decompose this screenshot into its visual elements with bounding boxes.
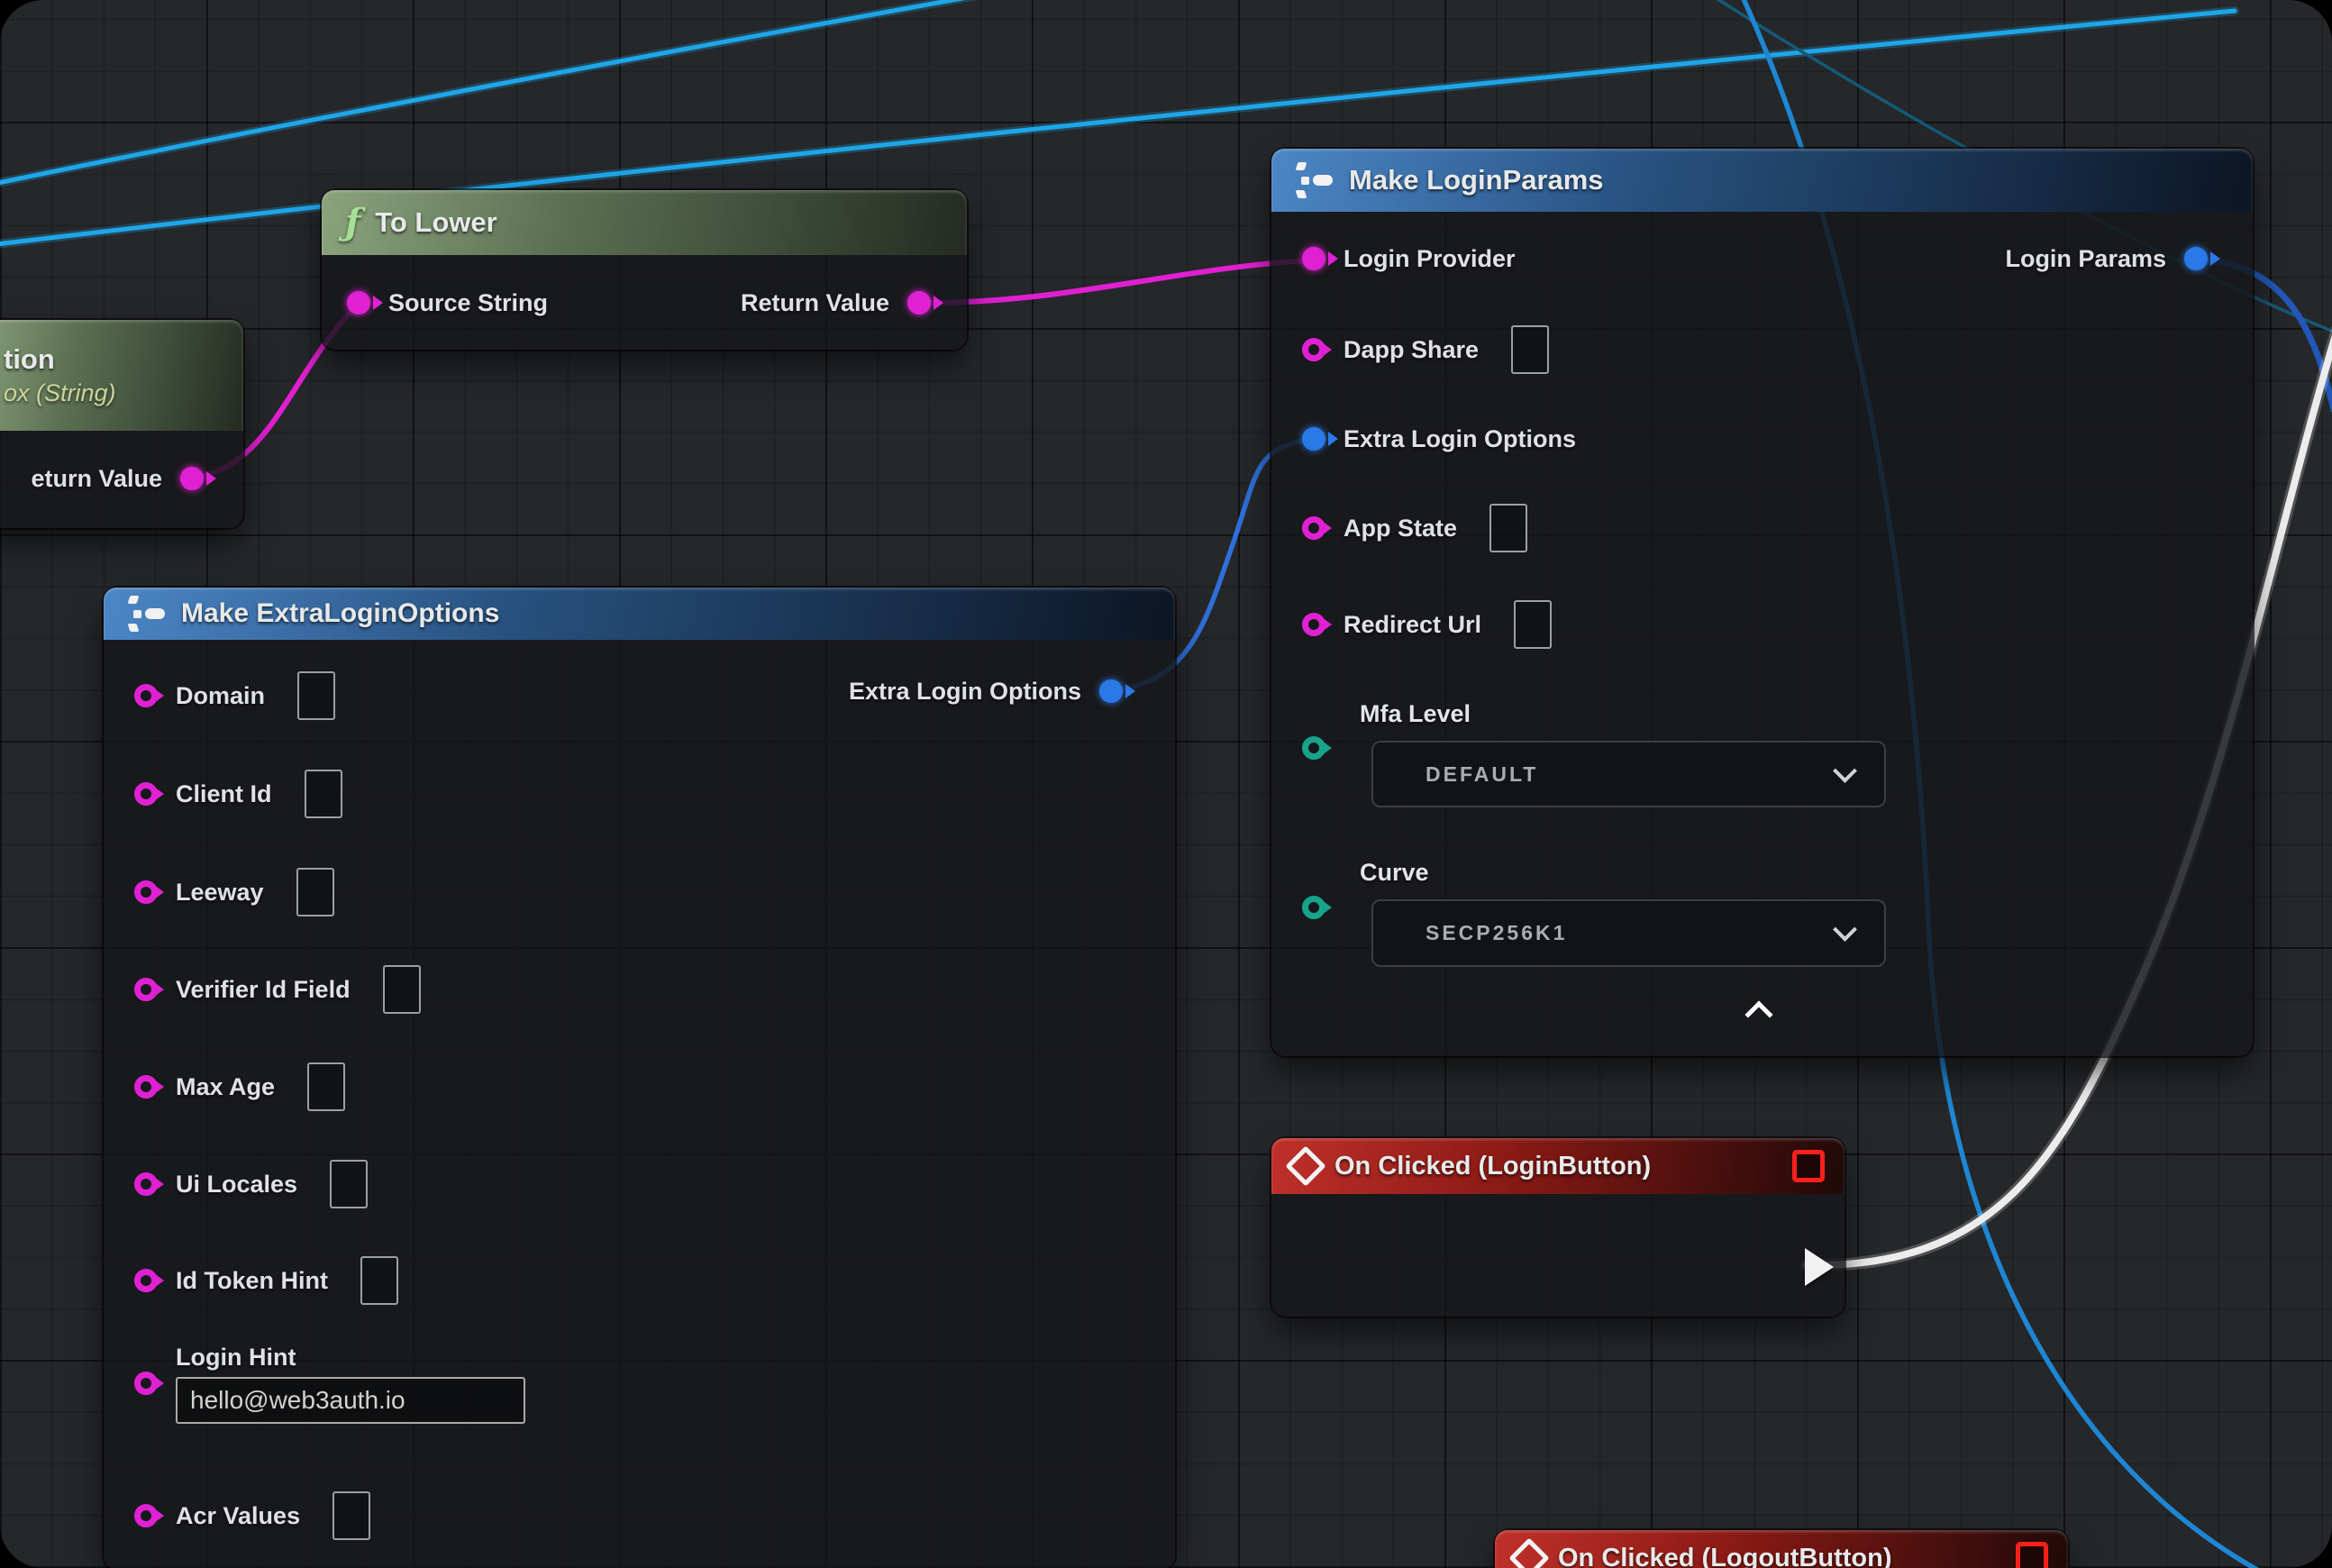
- app-state-label: App State: [1344, 515, 1457, 542]
- id-token-hint-pin[interactable]: [134, 1269, 158, 1292]
- return-value-pin[interactable]: [180, 467, 204, 490]
- source-string-pin[interactable]: [347, 291, 370, 315]
- ui-locales-pin[interactable]: [134, 1172, 158, 1196]
- max-age-label: Max Age: [176, 1073, 275, 1101]
- chevron-down-icon: [1833, 759, 1857, 783]
- ui-locales-label: Ui Locales: [176, 1171, 297, 1199]
- return-value-pin[interactable]: [907, 291, 931, 315]
- ui-locales-value-box[interactable]: [330, 1160, 368, 1208]
- extra-login-options-out-pin[interactable]: [1099, 679, 1123, 703]
- collapse-chevron-icon[interactable]: [1744, 1000, 1772, 1028]
- max-age-value-box[interactable]: [307, 1062, 345, 1111]
- return-value-label: Return Value: [741, 289, 889, 317]
- wire-cyan-1-core: [0, 0, 1023, 185]
- client-id-value-box[interactable]: [305, 770, 342, 818]
- leeway-label: Leeway: [176, 879, 264, 907]
- login-hint-input[interactable]: [176, 1377, 525, 1424]
- login-provider-pin[interactable]: [1302, 247, 1325, 270]
- node-on-clicked-login-button[interactable]: On Clicked (LoginButton): [1271, 1138, 1845, 1317]
- wire-cyan-1: [0, 0, 1023, 185]
- max-age-pin[interactable]: [134, 1075, 158, 1099]
- curve-pin[interactable]: [1302, 896, 1325, 919]
- node-title: Make ExtraLoginOptions: [181, 598, 499, 629]
- client-id-label: Client Id: [176, 780, 272, 808]
- verifier-id-field-pin[interactable]: [134, 978, 158, 1001]
- acr-values-label: Acr Values: [176, 1502, 300, 1530]
- domain-value-box[interactable]: [297, 671, 335, 720]
- node-title-fragment: tion: [4, 343, 55, 376]
- source-string-label: Source String: [388, 289, 548, 317]
- leeway-value-box[interactable]: [296, 868, 334, 916]
- login-hint-pin[interactable]: [134, 1372, 158, 1395]
- acr-values-pin[interactable]: [134, 1504, 158, 1527]
- node-title: To Lower: [375, 206, 496, 239]
- node-title: On Clicked (LogoutButton): [1558, 1544, 1892, 1568]
- mfa-level-pin[interactable]: [1302, 736, 1325, 760]
- client-id-pin[interactable]: [134, 782, 158, 806]
- wire-magenta-tolower-to-provider: [914, 260, 1308, 303]
- dapp-share-label: Dapp Share: [1344, 336, 1479, 364]
- blueprint-graph-canvas[interactable]: tion ox (String) eturn Value ƒ To Lower …: [0, 0, 2332, 1568]
- curve-label: Curve: [1360, 859, 1429, 887]
- node-title: On Clicked (LoginButton): [1335, 1152, 1651, 1181]
- bind-delegate-icon[interactable]: [1792, 1150, 1825, 1182]
- redirect-url-label: Redirect Url: [1344, 611, 1481, 639]
- curve-value: SECP256K1: [1426, 921, 1567, 945]
- node-on-clicked-logout-button[interactable]: On Clicked (LogoutButton): [1495, 1530, 2068, 1568]
- extra-login-options-in-pin[interactable]: [1302, 427, 1325, 451]
- extra-login-options-out-label: Extra Login Options: [849, 678, 1081, 706]
- app-state-pin[interactable]: [1302, 516, 1325, 540]
- bind-delegate-icon[interactable]: [2016, 1542, 2048, 1568]
- dapp-share-value-box[interactable]: [1511, 325, 1549, 374]
- redirect-url-pin[interactable]: [1302, 613, 1325, 636]
- domain-label: Domain: [176, 682, 265, 710]
- login-provider-label: Login Provider: [1344, 245, 1516, 273]
- leeway-pin[interactable]: [134, 880, 158, 904]
- curve-dropdown[interactable]: SECP256K1: [1371, 899, 1886, 967]
- mfa-level-label: Mfa Level: [1360, 700, 1471, 728]
- verifier-id-field-label: Verifier Id Field: [176, 976, 351, 1004]
- return-value-label: eturn Value: [31, 465, 162, 493]
- node-title: Make LoginParams: [1349, 164, 1604, 196]
- exec-output-pin[interactable]: [1805, 1248, 1834, 1286]
- node-to-lower[interactable]: ƒ To Lower Source String Return Value: [322, 190, 967, 350]
- verifier-id-field-value-box[interactable]: [383, 965, 421, 1014]
- event-icon: [1508, 1537, 1549, 1568]
- node-make-extra-login-options[interactable]: Make ExtraLoginOptions Extra Login Optio…: [104, 588, 1175, 1568]
- event-icon: [1285, 1145, 1325, 1186]
- login-params-out-pin[interactable]: [2184, 247, 2208, 270]
- make-struct-icon: [127, 594, 167, 634]
- function-icon: ƒ: [345, 205, 360, 241]
- node-textbox-partial[interactable]: tion ox (String) eturn Value: [0, 320, 243, 528]
- mfa-level-dropdown[interactable]: DEFAULT: [1371, 741, 1886, 807]
- id-token-hint-label: Id Token Hint: [176, 1267, 328, 1295]
- acr-values-value-box[interactable]: [332, 1491, 370, 1540]
- login-hint-label: Login Hint: [176, 1344, 525, 1372]
- node-make-login-params[interactable]: Make LoginParams Login Params Login Prov…: [1271, 149, 2253, 1056]
- make-struct-icon: [1295, 160, 1335, 200]
- node-subtitle-fragment: ox (String): [4, 379, 116, 407]
- dapp-share-pin[interactable]: [1302, 338, 1325, 361]
- redirect-url-value-box[interactable]: [1514, 600, 1552, 649]
- domain-pin[interactable]: [134, 684, 158, 707]
- app-state-value-box[interactable]: [1489, 504, 1527, 552]
- mfa-level-value: DEFAULT: [1426, 762, 1538, 787]
- chevron-down-icon: [1833, 917, 1857, 942]
- login-params-out-label: Login Params: [2005, 245, 2166, 273]
- extra-login-options-in-label: Extra Login Options: [1344, 425, 1576, 453]
- id-token-hint-value-box[interactable]: [360, 1256, 398, 1305]
